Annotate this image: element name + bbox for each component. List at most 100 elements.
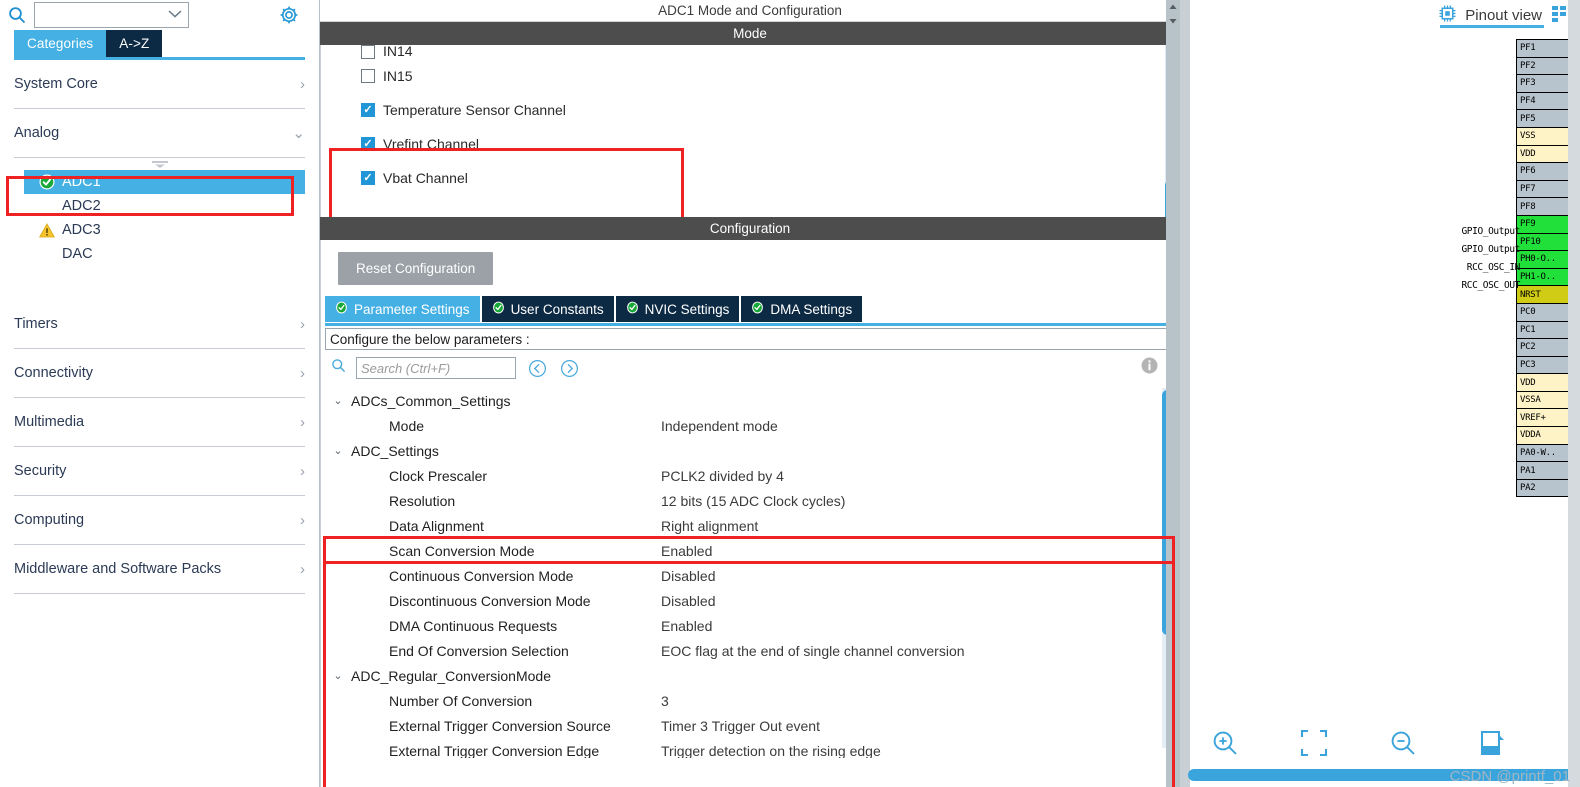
tab-parameter-settings[interactable]: Parameter Settings (325, 296, 480, 322)
tree-item-value[interactable]: Independent mode (661, 418, 778, 434)
sidebar-item-dac[interactable]: DAC (14, 242, 305, 266)
info-icon[interactable] (1140, 356, 1159, 380)
tab-nvic-settings[interactable]: NVIC Settings (615, 296, 740, 322)
pin-ph0[interactable]: PH0-O.. (1516, 250, 1574, 269)
tree-item-value[interactable]: Right alignment (661, 518, 758, 534)
channel-row-vrefint[interactable]: Vrefint Channel (321, 127, 1179, 161)
pin-pc3[interactable]: PC3 (1516, 355, 1574, 375)
sidebar-item-adc3[interactable]: ADC3 (14, 218, 305, 242)
pin-pa0[interactable]: PA0-W.. (1516, 443, 1574, 463)
tree-item-value[interactable]: Enabled (661, 543, 712, 559)
pin-pf4[interactable]: PF4 (1516, 91, 1574, 111)
sidebar-item-timers[interactable]: Timers › (14, 300, 305, 349)
collapse-handle[interactable] (147, 160, 173, 169)
tree-row[interactable]: Data Alignment Right alignment (321, 513, 1179, 538)
pin-nrst[interactable]: NRST (1516, 285, 1574, 304)
pin-vdd-2[interactable]: VDD (1516, 373, 1574, 392)
channel-row-in14[interactable]: IN14 (321, 45, 1179, 59)
channel-row-temperature-sensor[interactable]: Temperature Sensor Channel (321, 93, 1179, 127)
tree-row[interactable]: Number Of Conversion 3 (321, 688, 1179, 713)
pin-vssa[interactable]: VSSA (1516, 390, 1574, 410)
search-icon[interactable] (331, 358, 346, 378)
pin-pc2[interactable]: PC2 (1516, 338, 1574, 357)
gear-icon[interactable] (279, 5, 299, 25)
chevron-down-icon[interactable]: ⌄ (331, 394, 345, 407)
pin-ph1[interactable]: PH1-O.. (1516, 267, 1574, 287)
checkbox-in15[interactable] (361, 69, 375, 83)
sidebar-item-adc2[interactable]: ADC2 (14, 194, 305, 218)
pin-pf6[interactable]: PF6 (1516, 162, 1574, 181)
chevron-down-icon[interactable]: ⌄ (331, 669, 345, 682)
tree-item-value[interactable]: 3 (661, 693, 669, 709)
tree-row[interactable]: Continuous Conversion Mode Disabled (321, 563, 1179, 588)
tree-row[interactable]: Discontinuous Conversion Mode Disabled (321, 588, 1179, 613)
reset-configuration-button[interactable]: Reset Configuration (338, 251, 494, 285)
search-input[interactable] (356, 357, 516, 379)
pin-pf5[interactable]: PF5 (1516, 109, 1574, 128)
sidebar-item-computing[interactable]: Computing › (14, 496, 305, 545)
nav-next-icon[interactable] (558, 357, 580, 379)
pin-pf2[interactable]: PF2 (1516, 56, 1574, 76)
search-input[interactable] (34, 2, 189, 28)
pin-vss[interactable]: VSS (1516, 126, 1574, 146)
scroll-up-arrow-icon[interactable] (1166, 0, 1180, 14)
center-panel-scrollbar[interactable] (1166, 0, 1180, 787)
tree-row[interactable]: External Trigger Conversion Edge Trigger… (321, 738, 1179, 759)
sidebar-item-multimedia[interactable]: Multimedia › (14, 398, 305, 447)
tree-group-row[interactable]: ⌄ ADC_Settings (321, 438, 1179, 463)
pin-pf9[interactable]: PF9 (1516, 214, 1574, 234)
right-edge-scrollbar[interactable] (1568, 0, 1580, 787)
checkbox-in14[interactable] (361, 45, 375, 59)
pin-vdda[interactable]: VDDA (1516, 426, 1574, 445)
tree-row[interactable]: End Of Conversion Selection EOC flag at … (321, 638, 1179, 663)
tree-group-row[interactable]: ⌄ ADC_Regular_ConversionMode (321, 663, 1179, 688)
sidebar-item-adc1[interactable]: ADC1 (24, 170, 305, 194)
tree-item-value[interactable]: Timer 3 Trigger Out event (661, 718, 820, 734)
tree-item-value[interactable]: EOC flag at the end of single channel co… (661, 643, 965, 659)
pin-pf8[interactable]: PF8 (1516, 197, 1574, 216)
tab-a-to-z[interactable]: A->Z (106, 30, 163, 57)
sidebar-item-analog[interactable]: Analog ⌄ (14, 109, 305, 158)
tab-user-constants[interactable]: User Constants (481, 296, 614, 322)
chevron-down-icon[interactable]: ⌄ (331, 444, 345, 457)
tree-item-value[interactable]: PCLK2 divided by 4 (661, 468, 784, 484)
tab-categories[interactable]: Categories (14, 30, 107, 57)
nav-previous-icon[interactable] (526, 357, 548, 379)
tree-item-value[interactable]: Enabled (661, 618, 712, 634)
pin-pa2[interactable]: PA2 (1516, 478, 1574, 498)
checkbox-temperature-sensor[interactable] (361, 103, 375, 117)
export-image-icon[interactable] (1478, 726, 1508, 760)
tab-dma-settings[interactable]: DMA Settings (741, 296, 863, 322)
sidebar-item-connectivity[interactable]: Connectivity › (14, 349, 305, 398)
sidebar-item-middleware[interactable]: Middleware and Software Packs › (14, 545, 305, 594)
pin-pf3[interactable]: PF3 (1516, 74, 1574, 93)
sidebar-item-system-core[interactable]: System Core › (14, 60, 305, 109)
tree-row[interactable]: Clock Prescaler PCLK2 divided by 4 (321, 463, 1179, 488)
tree-row[interactable]: Mode Independent mode (321, 413, 1179, 438)
pin-vdd[interactable]: VDD (1516, 144, 1574, 164)
channel-row-vbat[interactable]: Vbat Channel (321, 161, 1179, 195)
fit-screen-icon[interactable] (1300, 726, 1328, 760)
pin-pa1[interactable]: PA1 (1516, 461, 1574, 480)
tree-row[interactable]: DMA Continuous Requests Enabled (321, 613, 1179, 638)
pin-pc0[interactable]: PC0 (1516, 302, 1574, 322)
channel-row-in15[interactable]: IN15 (321, 59, 1179, 93)
search-icon[interactable] (6, 4, 28, 26)
scroll-down-arrow-icon[interactable] (1166, 14, 1180, 28)
sidebar-item-security[interactable]: Security › (14, 447, 305, 496)
tree-row[interactable]: Resolution 12 bits (15 ADC Clock cycles) (321, 488, 1179, 513)
checkbox-vrefint[interactable] (361, 137, 375, 151)
tab-pinout-view[interactable]: Pinout view (1432, 0, 1552, 30)
tree-item-value[interactable]: Trigger detection on the rising edge (661, 743, 881, 759)
pin-pf7[interactable]: PF7 (1516, 179, 1574, 199)
pin-pc1[interactable]: PC1 (1516, 320, 1574, 340)
tree-row[interactable]: Scan Conversion Mode Enabled (321, 538, 1179, 563)
tree-item-value[interactable]: Disabled (661, 568, 715, 584)
tree-group-row[interactable]: ⌄ ADCs_Common_Settings (321, 388, 1179, 413)
zoom-out-icon[interactable] (1388, 726, 1418, 760)
pin-vref-plus[interactable]: VREF+ (1516, 408, 1574, 428)
tree-item-value[interactable]: 12 bits (15 ADC Clock cycles) (661, 493, 845, 509)
zoom-in-icon[interactable] (1210, 726, 1240, 760)
tree-row[interactable]: External Trigger Conversion Source Timer… (321, 713, 1179, 738)
checkbox-vbat[interactable] (361, 171, 375, 185)
